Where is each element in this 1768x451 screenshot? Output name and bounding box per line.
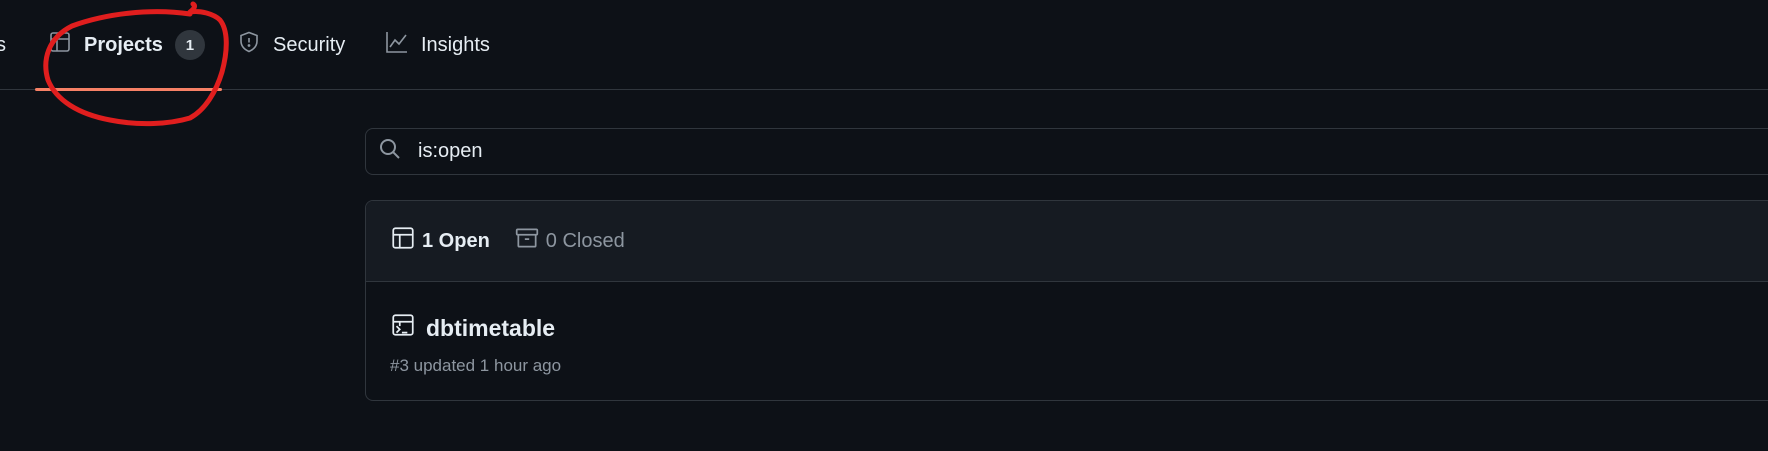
project-meta: #3 updated 1 hour ago: [390, 356, 562, 375]
nav-tab-insights-label: Insights: [421, 33, 490, 56]
search-icon: [366, 137, 402, 166]
nav-tab-partial-label: s: [0, 33, 6, 56]
nav-tab-projects[interactable]: Projects 1: [35, 0, 222, 91]
open-filter-label: 1 Open: [422, 229, 490, 252]
closed-filter-label: 0 Closed: [545, 229, 625, 252]
projects-count-badge: 1: [174, 30, 205, 60]
table-icon: [390, 225, 416, 257]
repo-nav: s Projects 1 Security Insights: [0, 0, 1768, 91]
archive-icon: [514, 225, 540, 257]
projects-list-box: 1 Open 0 Closed dbtimetable #3 updated 1…: [365, 200, 1768, 401]
closed-filter-button[interactable]: 0 Closed: [514, 225, 625, 257]
search-input[interactable]: [416, 139, 1020, 164]
nav-tab-insights[interactable]: Insights: [385, 0, 490, 90]
open-filter-button[interactable]: 1 Open: [390, 225, 490, 257]
nav-tab-projects-label: Projects: [84, 33, 163, 56]
project-icon: [390, 312, 416, 344]
graph-icon: [385, 30, 409, 60]
list-item: dbtimetable #3 updated 1 hour ago: [366, 282, 1768, 376]
nav-tab-security-label: Security: [273, 33, 346, 56]
project-title: dbtimetable: [426, 314, 556, 341]
shield-icon: [237, 30, 261, 60]
nav-tab-partial[interactable]: s: [0, 0, 6, 90]
project-title-link[interactable]: dbtimetable: [390, 312, 1768, 344]
projects-list-header: 1 Open 0 Closed: [366, 201, 1768, 282]
table-icon: [48, 30, 72, 60]
search-bar[interactable]: [365, 128, 1768, 175]
nav-tab-security[interactable]: Security: [237, 0, 345, 90]
